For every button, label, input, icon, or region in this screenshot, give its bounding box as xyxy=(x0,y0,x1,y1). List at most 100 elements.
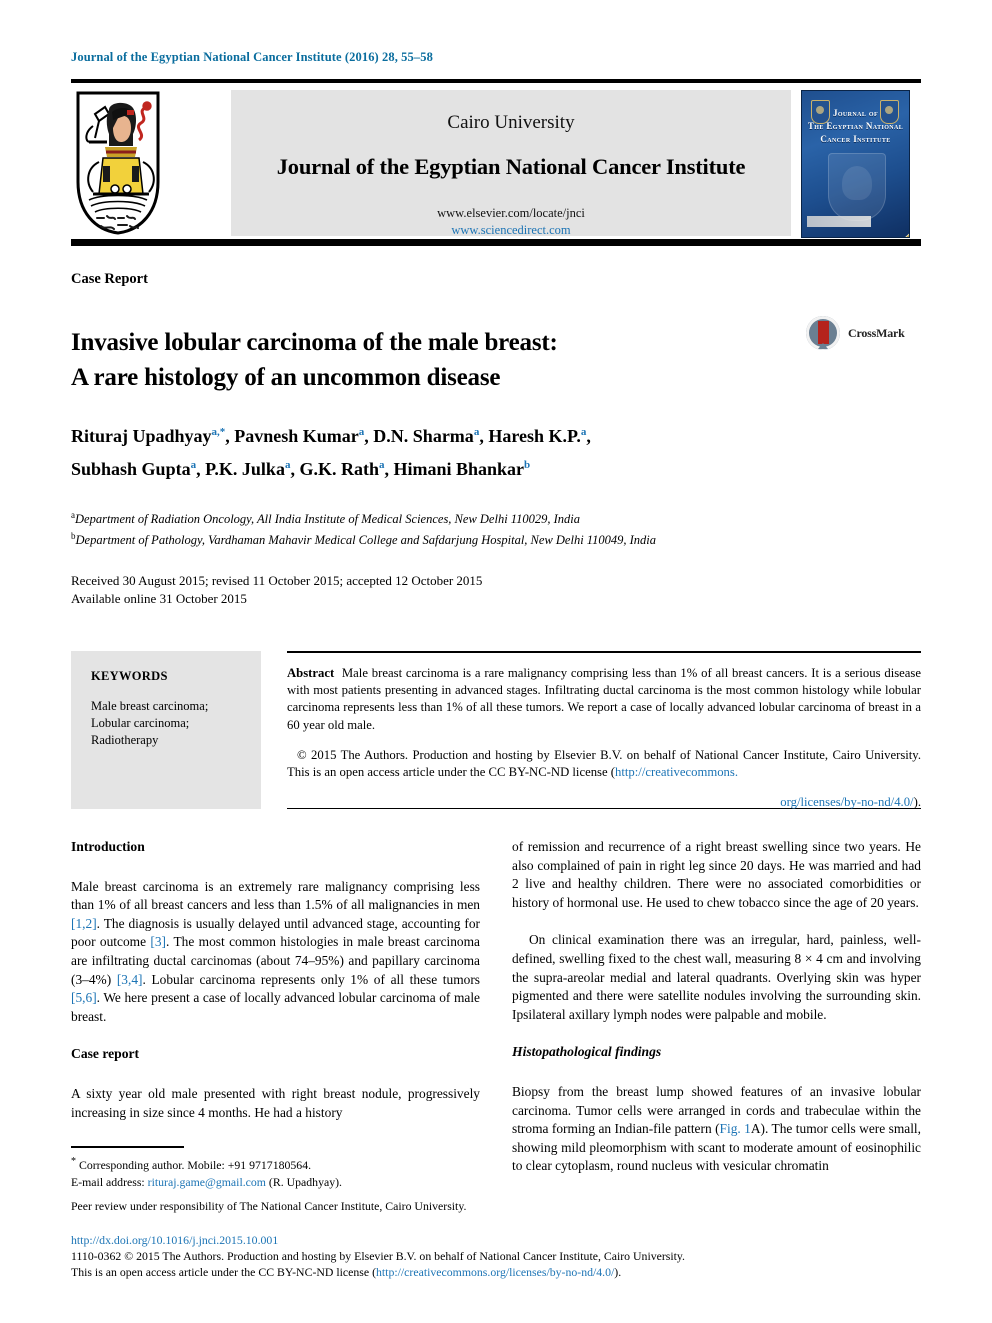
keywords-panel: KEYWORDS Male breast carcinoma; Lobular c… xyxy=(71,651,261,809)
email-suffix: (R. Upadhyay). xyxy=(265,1175,342,1190)
cairo-university-crest-icon xyxy=(75,90,161,236)
email-link[interactable]: rituraj.game@gmail.com xyxy=(148,1175,266,1189)
intro-text-d: . Lobular carcinoma represents only 1% o… xyxy=(142,971,480,987)
abstract-copyright-text: © 2015 The Authors. Production and hosti… xyxy=(287,747,921,779)
author-name[interactable]: Haresh K.P. xyxy=(488,426,581,446)
author-name[interactable]: G.K. Rath xyxy=(299,459,379,479)
affiliation-list: aDepartment of Radiation Oncology, All I… xyxy=(71,507,871,548)
citation-ref-3[interactable]: [3] xyxy=(150,934,166,949)
author-affiliation-mark: a xyxy=(580,426,587,438)
cover-title-line-2: The Egyptian National xyxy=(807,121,904,131)
journal-title: Journal of the Egyptian National Cancer … xyxy=(276,154,746,179)
keywords-heading: KEYWORDS xyxy=(91,669,168,683)
intro-text-a: Male breast carcinoma is an extremely ra… xyxy=(71,878,480,913)
footer-license-close: ). xyxy=(614,1265,622,1279)
author-affiliation-mark: a xyxy=(190,459,197,471)
abstract-body: Male breast carcinoma is a rare malignan… xyxy=(287,666,921,732)
title-line-2: A rare histology of an uncommon disease xyxy=(71,363,501,391)
abstract-panel: Abstract Male breast carcinoma is a rare… xyxy=(287,651,921,809)
citation-ref-3-4[interactable]: [3,4] xyxy=(117,972,143,987)
footer-copyright-line: 1110-0362 © 2015 The Authors. Production… xyxy=(71,1249,686,1263)
cover-title-text: Journal of The Egyptian National Cancer … xyxy=(802,107,909,146)
section-heading-introduction: Introduction xyxy=(71,839,145,854)
author-line-2: Subhash Guptaa, P.K. Julkaa, G.K. Ratha,… xyxy=(71,459,531,479)
abstract-copyright: © 2015 The Authors. Production and hosti… xyxy=(287,747,921,781)
cover-watermark-crest-icon xyxy=(828,153,886,221)
section-heading-case-report: Case report xyxy=(71,1046,140,1062)
author-name[interactable]: Subhash Gupta xyxy=(71,459,191,479)
body-column-right: of remission and recurrence of a right b… xyxy=(512,838,921,1195)
author-affiliation-mark: a,* xyxy=(211,426,226,438)
dates-online-line: Available online 31 October 2015 xyxy=(71,590,247,606)
author-name[interactable]: Pavnesh Kumar xyxy=(234,426,359,446)
abstract-region: KEYWORDS Male breast carcinoma; Lobular c… xyxy=(71,651,921,809)
sciencedirect-url[interactable]: www.sciencedirect.com xyxy=(231,223,791,238)
crossmark-ribbon-icon xyxy=(818,321,829,349)
clinical-examination-paragraph: On clinical examination there was an irr… xyxy=(512,932,921,1022)
crossmark-badge[interactable]: CrossMark xyxy=(806,314,912,354)
corresponding-author-text: Corresponding author. Mobile: +91 971718… xyxy=(76,1157,312,1172)
keyword-item: Male breast carcinoma; xyxy=(91,699,209,713)
section-heading-histopathological-findings: Histopathological findings xyxy=(512,1044,662,1060)
cover-bottom-strip xyxy=(807,216,871,227)
abstract-license-link-part1[interactable]: http://creativecommons. xyxy=(615,765,738,779)
author-affiliation-mark: b xyxy=(524,459,531,471)
journal-cover-thumbnail: Journal of The Egyptian National Cancer … xyxy=(801,90,910,238)
cover-diagonal-banner xyxy=(828,228,909,237)
page-footer: http://dx.doi.org/10.1016/j.jnci.2015.10… xyxy=(71,1232,921,1280)
article-type: Case Report xyxy=(71,271,148,287)
author-name[interactable]: Rituraj Upadhyay xyxy=(71,426,212,446)
header-bottom-rule xyxy=(71,239,921,246)
cover-title-line-3: Cancer Institute xyxy=(820,134,891,144)
intro-text-e: . We here present a case of locally adva… xyxy=(71,990,480,1024)
figure-1-link[interactable]: Fig. 1 xyxy=(720,1121,751,1136)
abstract-license-link-part2[interactable]: org/licenses/by-no-nd/4.0/ xyxy=(780,795,913,809)
cover-title-line-1: Journal of xyxy=(832,108,879,118)
article-page: Journal of the Egyptian National Cancer … xyxy=(0,0,992,1323)
title-line-1: Invasive lobular carcinoma of the male b… xyxy=(71,328,558,356)
author-name[interactable]: P.K. Julka xyxy=(205,459,285,479)
doi-link[interactable]: http://dx.doi.org/10.1016/j.jnci.2015.10… xyxy=(71,1232,921,1248)
author-affiliation-mark: a xyxy=(284,459,291,471)
author-name[interactable]: D.N. Sharma xyxy=(373,426,474,446)
keyword-item: Radiotherapy xyxy=(91,733,159,747)
abstract-label: Abstract xyxy=(287,666,335,680)
citation-ref-5-6[interactable]: [5,6] xyxy=(71,990,97,1005)
author-line-1: Rituraj Upadhyaya,*, Pavnesh Kumara, D.N… xyxy=(71,426,591,446)
dates-received-line: Received 30 August 2015; revised 11 Octo… xyxy=(71,573,483,588)
peer-review-note: Peer review under responsibility of The … xyxy=(71,1199,467,1214)
author-name[interactable]: Himani Bhankar xyxy=(393,459,524,479)
masthead-center-panel: Cairo University Journal of the Egyptian… xyxy=(231,90,791,238)
publication-dates: Received 30 August 2015; revised 11 Octo… xyxy=(71,572,771,607)
footer-license-link[interactable]: http://creativecommons.org/licenses/by-n… xyxy=(376,1265,614,1279)
affiliation-text: Department of Radiation Oncology, All In… xyxy=(75,512,581,527)
running-head: Journal of the Egyptian National Cancer … xyxy=(71,50,433,64)
header-top-rule xyxy=(71,79,921,83)
email-label: E-mail address: xyxy=(71,1175,148,1190)
footnote-rule xyxy=(71,1146,184,1148)
elsevier-locator-url[interactable]: www.elsevier.com/locate/jnci xyxy=(231,206,791,221)
keyword-item: Lobular carcinoma; xyxy=(91,716,190,730)
affiliation-item: aDepartment of Radiation Oncology, All I… xyxy=(71,507,871,528)
author-affiliation-mark: a xyxy=(473,426,480,438)
author-affiliation-mark: a xyxy=(378,459,385,471)
author-affiliation-mark: a xyxy=(358,426,365,438)
footer-license-text: This is an open access article under the… xyxy=(71,1265,376,1279)
citation-ref-1[interactable]: [1,2] xyxy=(71,916,97,931)
journal-masthead: Cairo University Journal of the Egyptian… xyxy=(71,88,921,238)
affiliation-text: Department of Pathology, Vardhaman Mahav… xyxy=(75,532,657,547)
abstract-license-close: ). xyxy=(913,794,921,809)
crossmark-label: CrossMark xyxy=(848,326,905,340)
body-column-left: Introduction Male breast carcinoma is an… xyxy=(71,838,480,1141)
email-note: E-mail address: rituraj.game@gmail.com (… xyxy=(71,1174,480,1190)
publisher-university: Cairo University xyxy=(447,112,575,133)
page-title: Invasive lobular carcinoma of the male b… xyxy=(71,325,751,395)
abstract-text: Abstract Male breast carcinoma is a rare… xyxy=(287,665,921,734)
histopathology-paragraph: Biopsy from the breast lump showed featu… xyxy=(512,1083,921,1176)
keywords-list: Male breast carcinoma; Lobular carcinoma;… xyxy=(91,698,261,749)
case-report-paragraph-continued: of remission and recurrence of a right b… xyxy=(512,839,921,910)
intro-paragraph: Male breast carcinoma is an extremely ra… xyxy=(71,878,480,1027)
author-list: Rituraj Upadhyaya,*, Pavnesh Kumara, D.N… xyxy=(71,418,871,484)
affiliation-item: bDepartment of Pathology, Vardhaman Maha… xyxy=(71,528,871,549)
corresponding-author-note: * Corresponding author. Mobile: +91 9717… xyxy=(71,1154,480,1173)
